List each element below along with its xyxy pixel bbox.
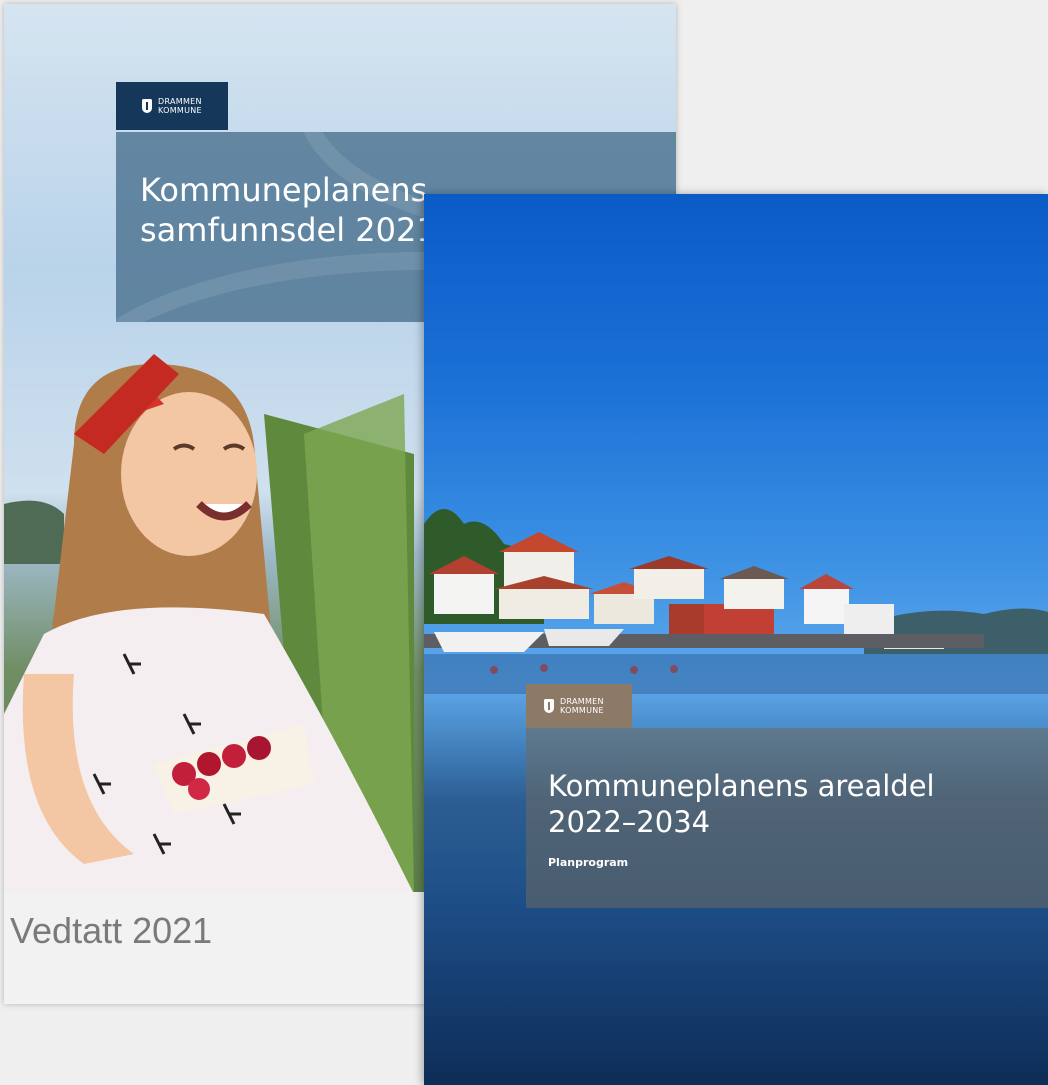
logo-line1: DRAMMEN <box>560 696 604 706</box>
document-title: Kommuneplanens arealdel 2022–2034 <box>548 769 935 839</box>
logo-line2: KOMMUNE <box>158 105 202 115</box>
shield-icon <box>142 99 152 113</box>
document-caption: Vedtatt 2021 <box>10 910 213 951</box>
logo-line1: DRAMMEN <box>158 96 202 106</box>
girl-illustration <box>4 354 414 892</box>
document-card-arealdel[interactable]: DRAMMEN KOMMUNE Kommuneplanens arealdel … <box>424 194 1048 1085</box>
document-subtitle: Planprogram <box>548 856 629 869</box>
document-title: Kommuneplanens samfunnsdel 2021 <box>140 171 437 249</box>
drammen-kommune-logo: DRAMMEN KOMMUNE <box>116 82 228 130</box>
logo-line2: KOMMUNE <box>560 705 604 715</box>
drammen-kommune-logo: DRAMMEN KOMMUNE <box>526 684 632 728</box>
shield-icon <box>544 699 554 713</box>
harbour-scene <box>424 509 1048 694</box>
title-band: Kommuneplanens arealdel 2022–2034 Planpr… <box>526 728 1048 908</box>
